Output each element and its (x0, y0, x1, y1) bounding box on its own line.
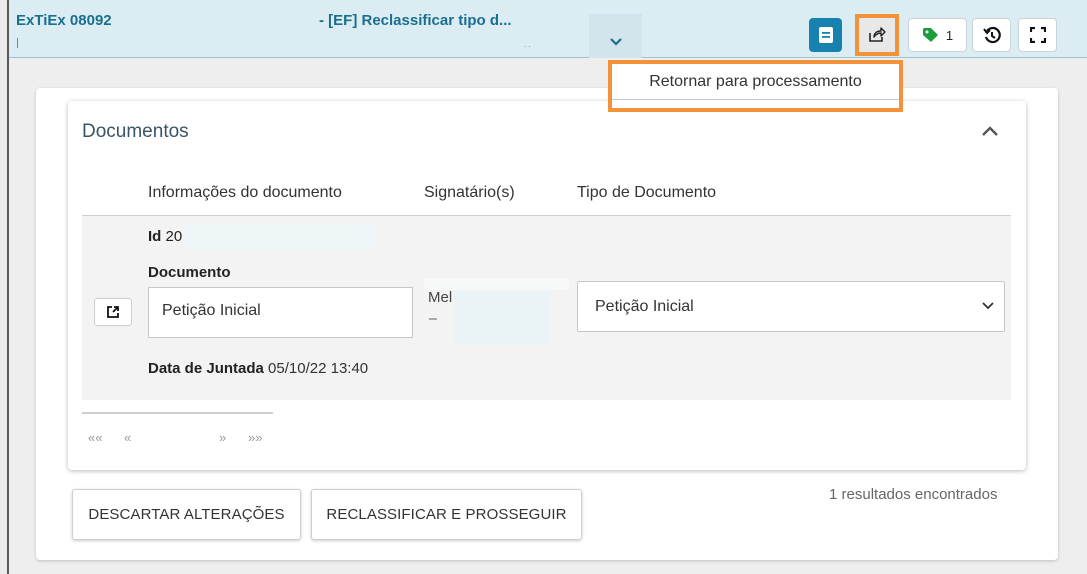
redacted-signer (454, 291, 550, 345)
expand-header-button[interactable] (589, 14, 642, 58)
pager-divider (82, 412, 273, 414)
external-link-icon (107, 306, 119, 318)
tag-count: 1 (945, 27, 954, 43)
redacted-id (186, 224, 373, 250)
process-sub-marker (17, 38, 18, 48)
fullscreen-button[interactable] (1018, 18, 1057, 52)
col-header-document-type: Tipo de Documento (577, 184, 717, 201)
history-button[interactable] (972, 18, 1011, 52)
col-header-document-info: Informações do documento (148, 184, 342, 201)
tags-button[interactable]: 1 (908, 18, 967, 52)
notes-icon (818, 27, 833, 43)
pager-next[interactable]: » (219, 430, 226, 445)
pager-last[interactable]: »» (248, 430, 262, 445)
document-type-select[interactable]: Petição Inicial (577, 281, 1005, 332)
col-header-signers: Signatário(s) (424, 184, 515, 201)
attachment-date: Data de Juntada 05/10/22 13:40 (148, 360, 369, 377)
document-label: Documento (148, 264, 231, 281)
document-id: Id 20 (148, 228, 183, 245)
process-code[interactable]: ExTiEx 08092 (16, 12, 112, 29)
reclassify-continue-button[interactable]: RECLASSIFICAR E PROSSEGUIR (311, 489, 582, 540)
share-icon (869, 27, 886, 42)
signer-fragment (429, 318, 437, 320)
menu-item-return-processing[interactable]: Retornar para processamento (612, 64, 899, 100)
documents-title: Documentos (82, 121, 189, 142)
task-subtitle: .. (524, 40, 533, 49)
task-title: - [EF] Reclassificar tipo d... (319, 12, 512, 29)
chevron-up-icon[interactable] (979, 120, 1001, 142)
results-count: 1 resultados encontrados (829, 486, 998, 503)
chevron-down-icon (609, 38, 622, 46)
discard-changes-button[interactable]: DESCARTAR ALTERAÇÕES (72, 489, 301, 540)
signer-name: Mel (428, 289, 453, 306)
history-icon (982, 26, 1001, 44)
pager-prev[interactable]: « (124, 430, 131, 445)
open-document-button[interactable] (94, 298, 132, 326)
fullscreen-icon (1029, 27, 1046, 43)
document-name-input[interactable]: Petição Inicial (148, 287, 413, 338)
chevron-down-icon (982, 302, 994, 310)
notes-button[interactable] (809, 18, 842, 52)
share-button[interactable] (855, 14, 899, 56)
pager-first[interactable]: «« (88, 430, 102, 445)
tag-icon (922, 28, 938, 42)
document-type-value: Petição Inicial (595, 298, 694, 315)
share-menu: Retornar para processamento (608, 60, 903, 112)
